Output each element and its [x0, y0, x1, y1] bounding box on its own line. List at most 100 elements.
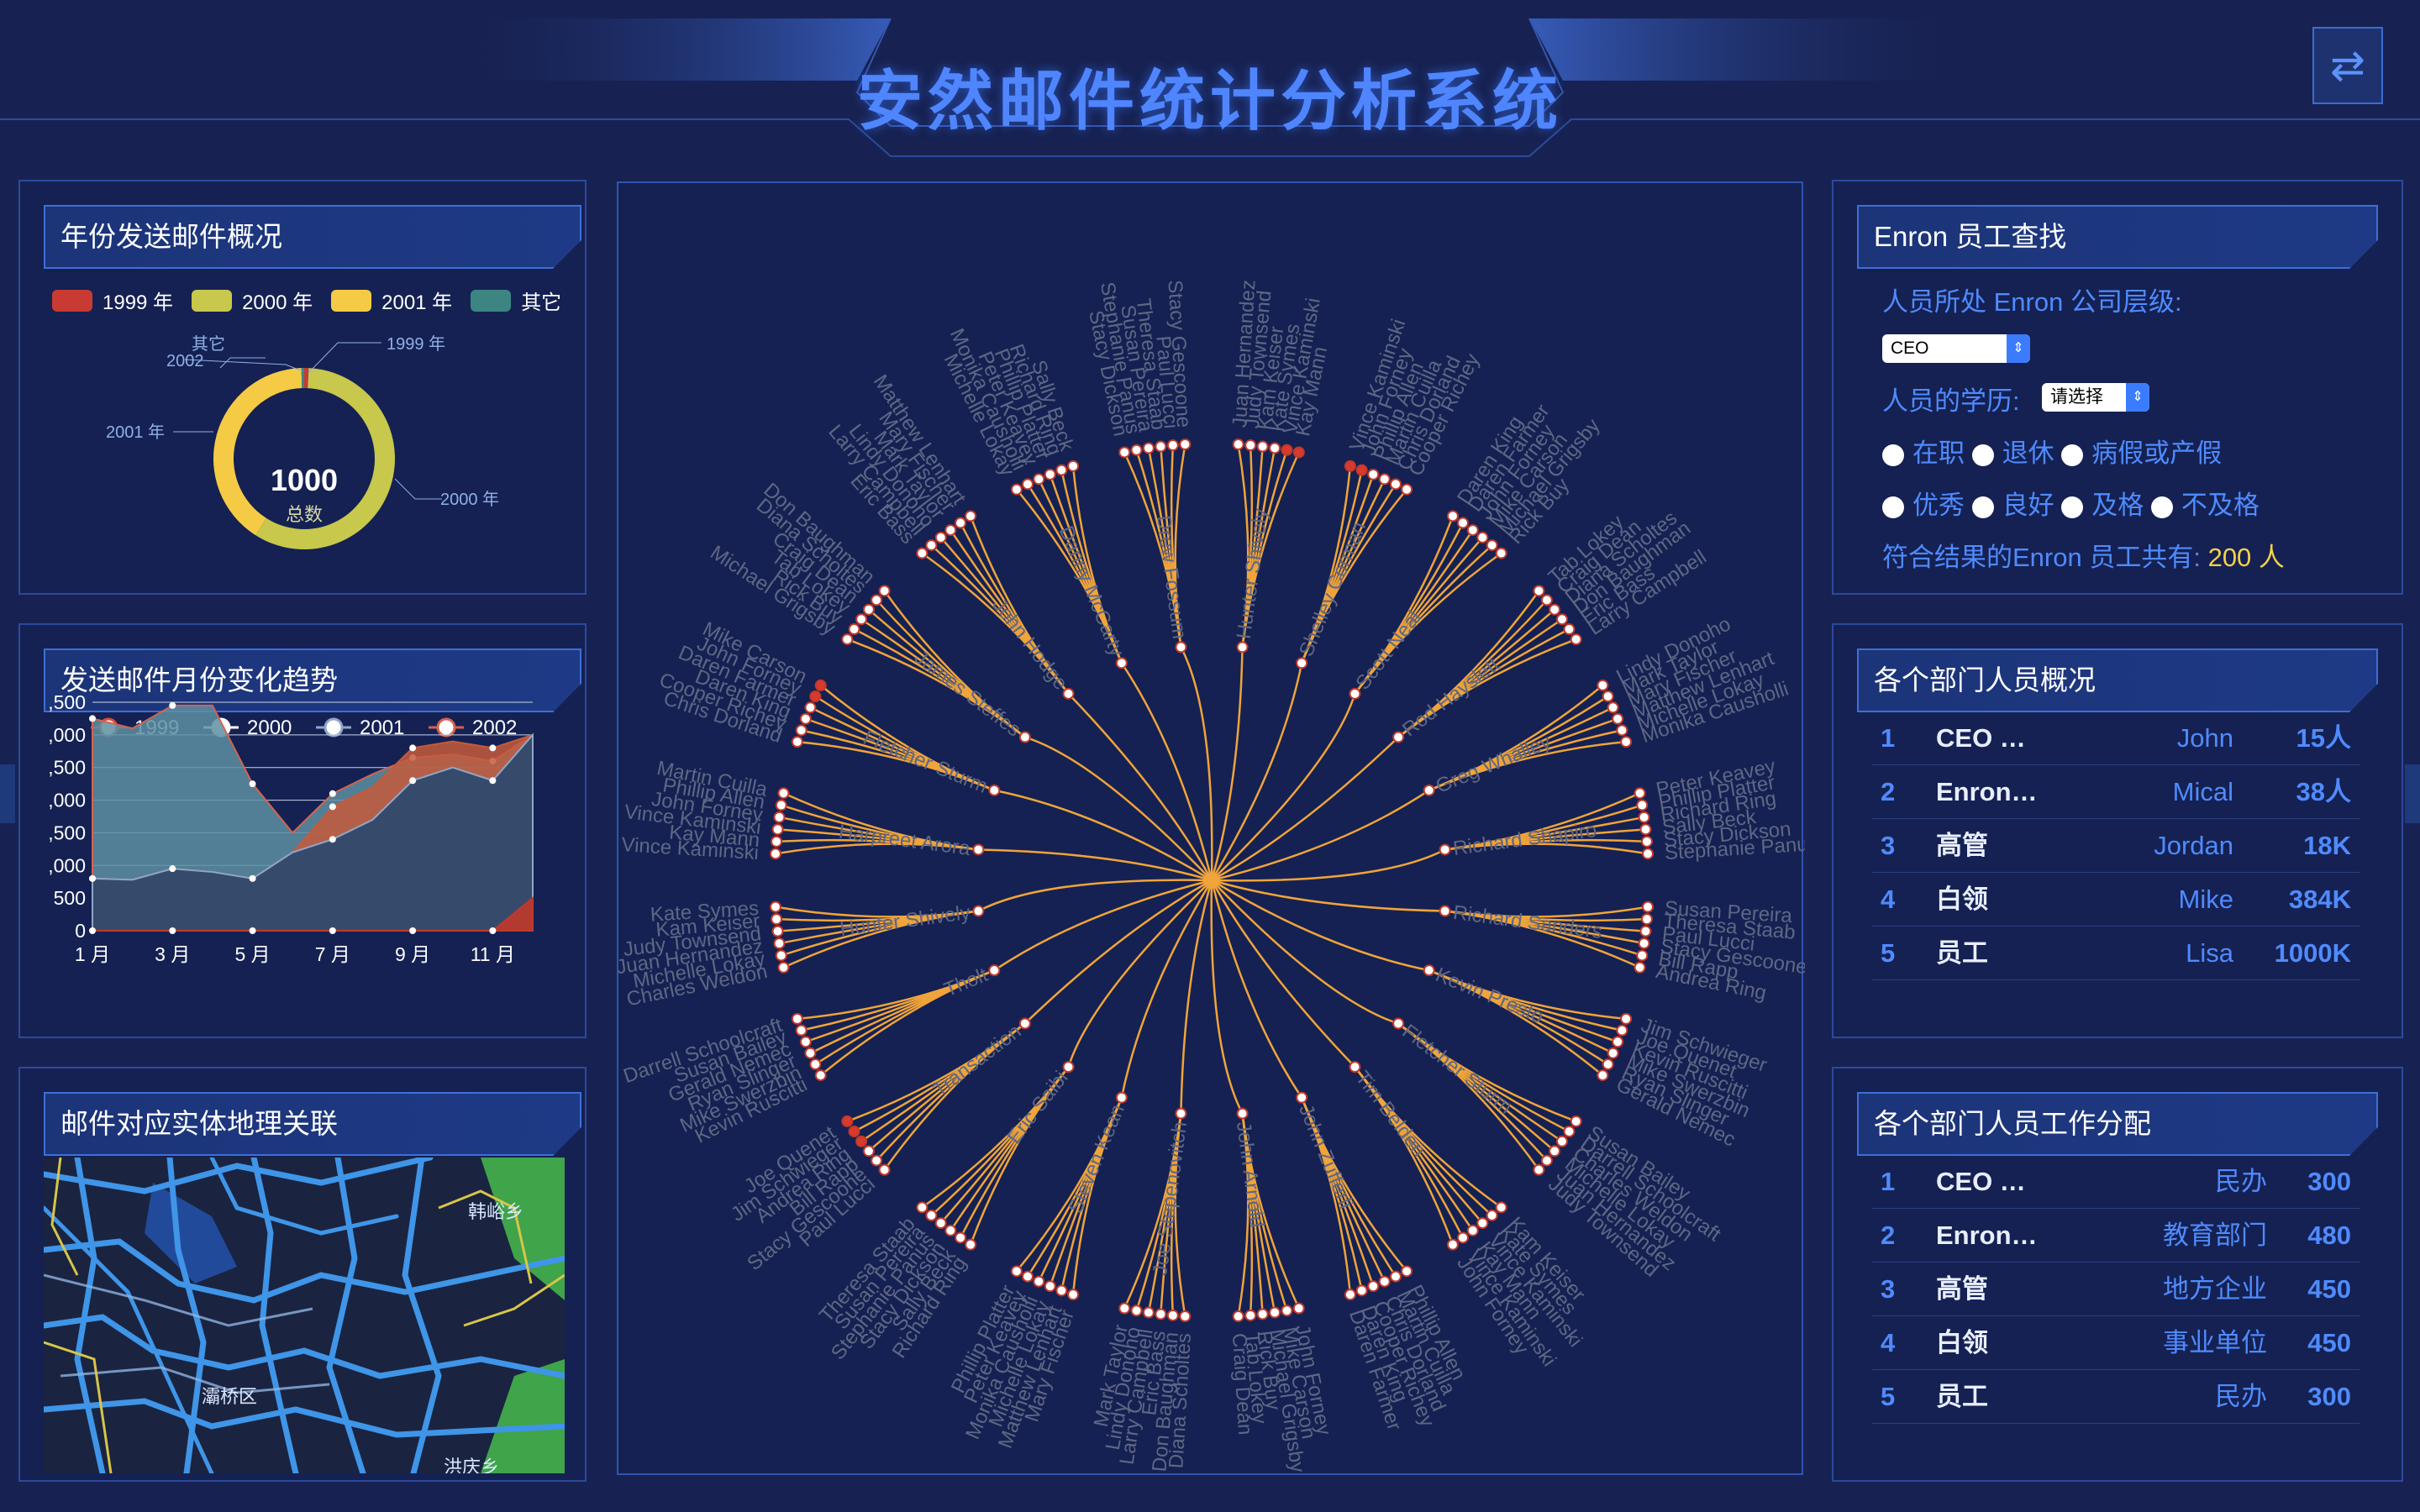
table-row[interactable]: 2 Enron… 教育部门 480 [1872, 1210, 2360, 1263]
tree-node[interactable] [1018, 1017, 1031, 1030]
tree-leaf[interactable] [1495, 1201, 1507, 1214]
data-point[interactable] [89, 715, 96, 722]
tree-leaf[interactable] [1638, 811, 1650, 823]
hub-label[interactable]: Harpreet Arora [838, 821, 972, 860]
tree-leaf[interactable] [965, 510, 977, 522]
tree-leaf[interactable] [916, 1201, 929, 1214]
tree-leaf[interactable] [848, 623, 860, 636]
tree-leaf[interactable] [1642, 900, 1655, 913]
tree-node[interactable] [1018, 731, 1031, 743]
tree-node[interactable] [1423, 964, 1435, 977]
tree-leaf[interactable] [1067, 1289, 1080, 1301]
data-point[interactable] [409, 744, 417, 752]
tree-node[interactable] [1296, 657, 1308, 669]
tree-leaf[interactable] [1636, 799, 1649, 811]
tree-leaf[interactable] [1446, 510, 1459, 522]
tree-leaf[interactable] [1155, 1308, 1167, 1320]
map-view[interactable]: 韩峪乡 灞桥区 洪庆乡 [44, 1158, 565, 1473]
tree-leaf[interactable] [1570, 633, 1582, 646]
tree-leaf[interactable] [955, 517, 967, 529]
tree-leaf[interactable] [1612, 1036, 1624, 1048]
hub-label[interactable]: Fletcher Sturm [1398, 1020, 1517, 1118]
data-point[interactable] [169, 701, 176, 709]
hub-label[interactable]: Eric Saibi [1002, 1067, 1072, 1148]
tree-node[interactable] [972, 905, 985, 917]
data-point[interactable] [329, 803, 336, 811]
tree-leaf[interactable] [1607, 701, 1619, 714]
tree-leaf[interactable] [1634, 787, 1646, 800]
data-point[interactable] [329, 790, 336, 797]
tree-node[interactable] [1392, 1017, 1405, 1030]
hub-label[interactable]: Drew Fossum [1152, 514, 1191, 640]
tree-leaf[interactable] [1055, 1284, 1068, 1297]
tree-node[interactable] [1236, 1107, 1249, 1120]
hub-label[interactable]: Hunter Shively [1233, 507, 1272, 640]
tree-leaf[interactable] [1292, 446, 1305, 459]
tree-leaf[interactable] [791, 736, 803, 748]
tree-leaf[interactable] [795, 1024, 808, 1037]
tree-leaf[interactable] [1616, 724, 1628, 737]
table-row[interactable]: 3 高管 Jordan 18K [1872, 820, 2360, 873]
hub-label[interactable]: Greg Whalley [1433, 730, 1555, 798]
data-point[interactable] [409, 777, 417, 785]
tree-leaf[interactable] [862, 1145, 875, 1158]
radio-excellent[interactable]: 优秀 [1882, 491, 1965, 520]
data-point[interactable] [489, 744, 497, 752]
tree-leaf[interactable] [773, 937, 786, 950]
tree-leaf[interactable] [1130, 1305, 1143, 1317]
radial-tree[interactable]: Hunter ShivelyJuan HernandezJudy Townsen… [618, 183, 1805, 1477]
data-point[interactable] [169, 865, 176, 873]
tree-leaf[interactable] [1256, 1308, 1269, 1320]
tree-node[interactable] [1062, 687, 1075, 700]
tree-leaf[interactable] [1612, 712, 1624, 725]
tree-leaf[interactable] [871, 1154, 883, 1167]
tree-leaf[interactable] [1010, 483, 1023, 496]
tree-leaf[interactable] [1155, 440, 1167, 453]
tree-leaf[interactable] [855, 613, 868, 626]
tree-leaf[interactable] [1010, 1265, 1023, 1278]
table-row[interactable]: 3 高管 地方企业 450 [1872, 1263, 2360, 1316]
hub-label[interactable]: Steven Kean [1064, 1101, 1129, 1216]
tree-leaf[interactable] [965, 1238, 977, 1251]
hub-label[interactable]: Danny McCarty [1055, 522, 1128, 659]
hub-label[interactable]: James Steffes [910, 646, 1025, 742]
hub-label[interactable]: Tholt [941, 963, 992, 1001]
tree-leaf[interactable] [1549, 1145, 1561, 1158]
tree-leaf[interactable] [1401, 1265, 1413, 1278]
tree-leaf[interactable] [1367, 468, 1380, 480]
hub-label[interactable]: Kevin Presto [1433, 963, 1547, 1028]
tree-leaf[interactable] [1495, 547, 1507, 559]
tree-leaf[interactable] [775, 799, 787, 811]
data-point[interactable] [249, 780, 256, 788]
tree-leaf[interactable] [1292, 1302, 1305, 1315]
tree-leaf[interactable] [1022, 1270, 1034, 1283]
tree-leaf[interactable] [1570, 1115, 1582, 1127]
tree-leaf[interactable] [1378, 1275, 1391, 1288]
tree-leaf[interactable] [771, 913, 783, 926]
hub-label[interactable]: John Arnold [1232, 1121, 1268, 1229]
tree-leaf[interactable] [795, 724, 808, 737]
tree-leaf[interactable] [871, 594, 883, 606]
table-row[interactable]: 2 Enron… Mical 38人 [1872, 766, 2360, 819]
hub-label[interactable]: John Zufferli [1294, 1101, 1357, 1212]
hub-label[interactable]: Joe Stepenovitch [1149, 1121, 1192, 1277]
tree-node[interactable] [1062, 1061, 1075, 1074]
tree-leaf[interactable] [934, 1217, 947, 1230]
data-point[interactable] [169, 927, 176, 934]
hub-label[interactable]: Richard Sanders [1452, 901, 1604, 943]
hub-label[interactable]: Rod Hayslett [1398, 653, 1504, 741]
table-row[interactable]: 1 CEO … John 15人 [1872, 712, 2360, 765]
tree-node[interactable] [1115, 1091, 1128, 1104]
tree-leaf[interactable] [804, 701, 817, 714]
tree-leaf[interactable] [1533, 585, 1545, 597]
tree-leaf[interactable] [1281, 1305, 1293, 1317]
tree-root[interactable] [1207, 876, 1216, 885]
tree-node[interactable] [1349, 1061, 1361, 1074]
tree-leaf[interactable] [814, 679, 827, 691]
tree-node[interactable] [988, 784, 1001, 796]
tree-leaf[interactable] [848, 1125, 860, 1137]
tree-leaf[interactable] [1055, 464, 1068, 476]
tree-leaf[interactable] [1389, 478, 1402, 491]
tree-leaf[interactable] [1044, 468, 1056, 480]
tree-leaf[interactable] [769, 848, 781, 860]
